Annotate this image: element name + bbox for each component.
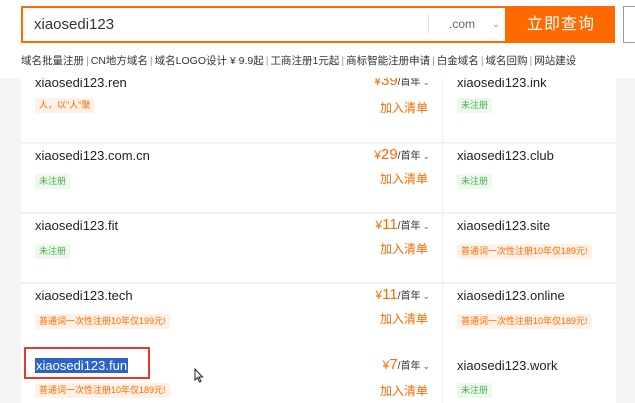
domain-tag: 未注册 [457, 174, 493, 189]
separator: | [265, 55, 269, 67]
price-selector[interactable]: ¥39/首年 ⌄ [374, 78, 430, 89]
quick-link[interactable]: CN地方域名 [91, 53, 148, 68]
domain-name: xiaosedi123.ren [35, 78, 127, 90]
search-button[interactable]: 立即查询 [507, 6, 615, 43]
price-unit: /首年 [397, 361, 421, 372]
price-unit: /首年 [397, 221, 421, 232]
result-cell: xiaosedi123.ren 人，以"人"聚 ¥39/首年 ⌄ 加入清单 [21, 78, 443, 143]
price-value: 7 [389, 356, 398, 373]
domain-tag: 未注册 [457, 98, 493, 113]
quick-link[interactable]: 网站建设 [534, 53, 576, 68]
domain-tag: 普通词一次性注册10年仅189元! [457, 244, 592, 259]
result-cell: xiaosedi123.fit 未注册 ¥11/首年 ⌄ 加入清单 [21, 214, 443, 283]
price-unit: /首年 [397, 291, 421, 302]
quick-link[interactable]: 工商注册1元起 [271, 53, 340, 68]
quick-link[interactable]: 白金域名 [437, 53, 479, 68]
result-cell: xiaosedi123.club 未注册 [443, 144, 616, 213]
price-selector[interactable]: ¥11/首年 ⌄ [375, 286, 430, 303]
price-selector[interactable]: ¥11/首年 ⌄ [375, 216, 430, 233]
chevron-down-icon: ⌄ [422, 291, 430, 301]
domain-name: xiaosedi123.ink [457, 78, 547, 90]
currency-symbol: ¥ [374, 78, 381, 88]
tld-select-value: .com [449, 17, 476, 31]
domain-tag: 普通词一次性注册10年仅189元! [35, 383, 170, 398]
result-cell: xiaosedi123.com.cn 未注册 ¥29/首年 ⌄ 加入清单 [21, 144, 443, 213]
domain-name: xiaosedi123.fit [35, 218, 119, 233]
result-cell: xiaosedi123.site 普通词一次性注册10年仅189元! [443, 214, 616, 283]
result-cell: xiaosedi123.tech 普通词一次性注册10年仅199元! ¥11/首… [21, 284, 443, 353]
tld-select[interactable]: .com ⌄ [428, 14, 506, 35]
quick-link[interactable]: 域名批量注册 [21, 53, 84, 68]
separator: | [341, 55, 345, 67]
price-selector[interactable]: ¥7/首年 ⌄ [383, 356, 430, 373]
domain-name: xiaosedi123.work [457, 358, 558, 373]
price-selector[interactable]: ¥29/首年 ⌄ [374, 146, 430, 163]
domain-tag: 未注册 [35, 244, 71, 259]
domain-search-bar: .com ⌄ [21, 6, 507, 43]
chevron-down-icon: ⌄ [491, 19, 500, 30]
domain-name: xiaosedi123.online [457, 288, 565, 303]
chevron-down-icon: ⌄ [422, 78, 430, 87]
domain-search-input[interactable] [23, 8, 428, 41]
price-value: 11 [382, 286, 398, 303]
domain-name: xiaosedi123.tech [35, 288, 133, 303]
add-to-list-button[interactable]: 加入清单 [380, 240, 428, 257]
result-row: xiaosedi123.fit 未注册 ¥11/首年 ⌄ 加入清单 xiaosed… [21, 214, 616, 283]
add-to-list-button[interactable]: 加入清单 [380, 310, 428, 327]
side-panel-edge [623, 6, 635, 43]
price-unit: /首年 [397, 151, 421, 162]
domain-tag: 未注册 [35, 174, 71, 189]
add-to-list-button[interactable]: 加入清单 [380, 99, 428, 116]
result-cell: xiaosedi123.work 未注册 [443, 344, 616, 403]
domain-tag: 普通词一次性注册10年仅199元! [35, 314, 170, 329]
chevron-down-icon: ⌄ [422, 361, 430, 371]
separator: | [480, 55, 484, 67]
separator: | [86, 55, 89, 67]
top-search-area: .com ⌄ 立即查询 域名批量注册|CN地方域名|域名LOGO设计 ¥ 9.9… [0, 0, 635, 78]
result-row: xiaosedi123.ren 人，以"人"聚 ¥39/首年 ⌄ 加入清单 xia… [21, 78, 616, 143]
highlight-box [24, 347, 150, 379]
domain-name: xiaosedi123.site [457, 218, 551, 233]
mouse-cursor-icon [194, 368, 204, 383]
add-to-list-button[interactable]: 加入清单 [380, 170, 428, 187]
result-cell: xiaosedi123.online 普通词一次性注册10年仅189元! [443, 284, 616, 353]
quick-links-bar: 域名批量注册 | CN地方域名 | 域名LOGO设计 ¥ 9.9起 | 工商注册1元起 | 商标… [21, 53, 576, 67]
result-row: xiaosedi123.tech 普通词一次性注册10年仅199元! ¥11/首… [21, 284, 616, 353]
separator: | [432, 55, 435, 67]
chevron-down-icon: ⌄ [422, 151, 430, 161]
domain-name: xiaosedi123.club [457, 148, 554, 163]
chevron-down-icon: ⌄ [422, 221, 430, 231]
result-cell: xiaosedi123.ink 未注册 [443, 78, 616, 143]
domain-tag: 普通词一次性注册10年仅189元! [457, 314, 592, 329]
price-value: 39 [380, 78, 398, 89]
domain-tag: 人，以"人"聚 [35, 98, 95, 113]
domain-tag: 未注册 [457, 383, 493, 398]
quick-link[interactable]: 商标智能注册申请 [346, 53, 430, 68]
price-value: 11 [382, 216, 398, 233]
separator: | [529, 55, 533, 67]
quick-link[interactable]: 域名回购 [486, 53, 528, 68]
currency-symbol: ¥ [374, 148, 381, 162]
price-value: 29 [380, 146, 398, 163]
add-to-list-button[interactable]: 加入清单 [380, 382, 428, 399]
quick-link[interactable]: 域名LOGO设计 ¥ 9.9起 [155, 53, 264, 68]
separator: | [149, 55, 153, 67]
domain-name: xiaosedi123.com.cn [35, 148, 150, 163]
price-unit: /首年 [397, 78, 421, 88]
result-row: xiaosedi123.com.cn 未注册 ¥29/首年 ⌄ 加入清单 xiao… [21, 144, 616, 213]
